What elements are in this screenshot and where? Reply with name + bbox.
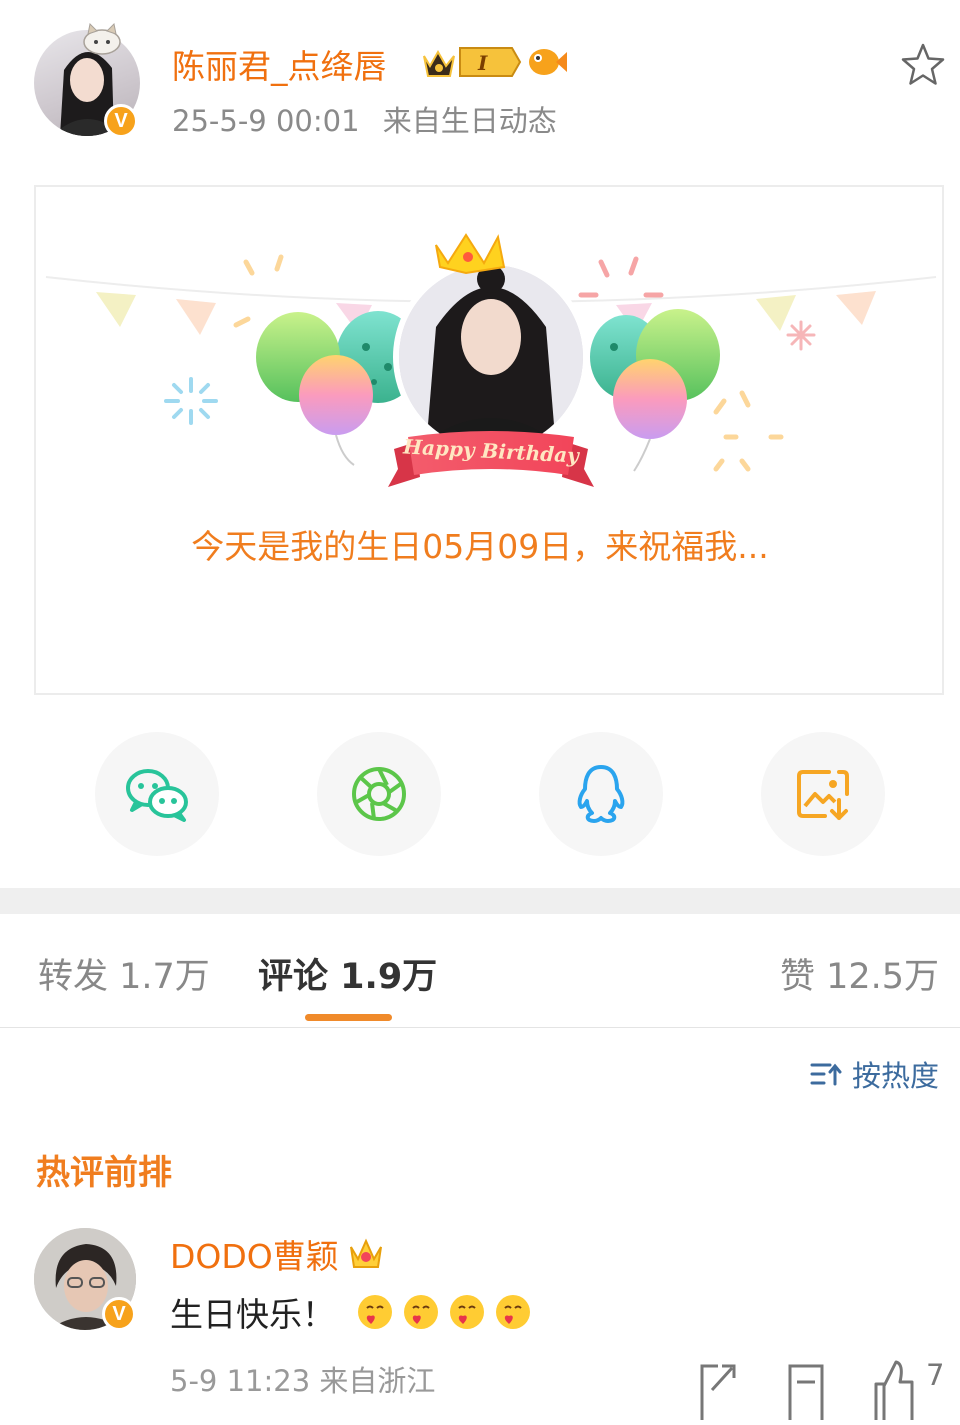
verified-badge-icon: V bbox=[104, 104, 138, 138]
crown-badge-icon bbox=[349, 1238, 382, 1268]
active-tab-indicator bbox=[305, 1014, 392, 1021]
kiss-emoji-icon bbox=[404, 1295, 438, 1329]
post-timestamp: 25-5-9 00:01 bbox=[172, 104, 360, 138]
emoji-group bbox=[349, 1292, 533, 1332]
birthday-message: 今天是我的生日05月09日，来祝福我... bbox=[191, 527, 769, 566]
section-divider bbox=[0, 888, 960, 914]
save-image-button[interactable] bbox=[761, 732, 885, 856]
tab-comment[interactable]: 评论 1.9万 bbox=[258, 948, 437, 999]
comment-reply-icon[interactable] bbox=[786, 1360, 826, 1420]
fish-badge-icon[interactable] bbox=[526, 44, 568, 80]
sort-label: 按热度 bbox=[852, 1059, 940, 1093]
commenter-name-text: DODO曹颖 bbox=[170, 1237, 339, 1276]
tab-repost[interactable]: 转发 1.7万 bbox=[38, 948, 210, 999]
birthday-card[interactable]: Happy Birthday bbox=[34, 185, 944, 695]
wechat-icon bbox=[126, 769, 188, 822]
cat-sticker bbox=[80, 22, 124, 56]
qq-icon bbox=[577, 765, 625, 823]
comment-text: 生日快乐！ bbox=[170, 1288, 533, 1336]
kiss-emoji-icon bbox=[358, 1295, 392, 1329]
comment-like-count: 7 bbox=[926, 1358, 945, 1392]
moments-icon bbox=[352, 767, 406, 821]
kiss-emoji-icon bbox=[450, 1295, 484, 1329]
comment-meta: 5-9 11:23 来自浙江 bbox=[170, 1364, 436, 1398]
sort-icon bbox=[810, 1063, 842, 1086]
tab-divider bbox=[0, 1027, 960, 1028]
post-meta: 25-5-9 00:01 来自生日动态 bbox=[172, 98, 557, 140]
post-source: 来自生日动态 bbox=[382, 104, 557, 138]
crown-level-icon[interactable]: I bbox=[420, 42, 522, 82]
favorite-star-icon[interactable] bbox=[898, 40, 948, 90]
author-name-text: 陈丽君_点绛唇 bbox=[172, 47, 387, 86]
sort-by-hot-button[interactable]: 按热度 bbox=[810, 1053, 939, 1095]
hot-comments-title: 热评前排 bbox=[36, 1153, 172, 1193]
comment-like-icon[interactable] bbox=[872, 1356, 916, 1420]
commenter-name[interactable]: DODO曹颖 bbox=[170, 1230, 385, 1278]
post-author-name[interactable]: 陈丽君_点绛唇 bbox=[172, 40, 387, 88]
comment-share-icon[interactable] bbox=[698, 1360, 738, 1420]
svg-text:I: I bbox=[477, 51, 488, 75]
comment-text-content: 生日快乐！ bbox=[170, 1295, 335, 1334]
share-qq-button[interactable] bbox=[539, 732, 663, 856]
share-wechat-button[interactable] bbox=[95, 732, 219, 856]
commenter-verified-badge-icon: V bbox=[102, 1297, 136, 1331]
kiss-emoji-icon bbox=[496, 1295, 530, 1329]
tab-like[interactable]: 赞 12.5万 bbox=[780, 948, 939, 999]
save-image-icon bbox=[797, 770, 849, 820]
share-moments-button[interactable] bbox=[317, 732, 441, 856]
